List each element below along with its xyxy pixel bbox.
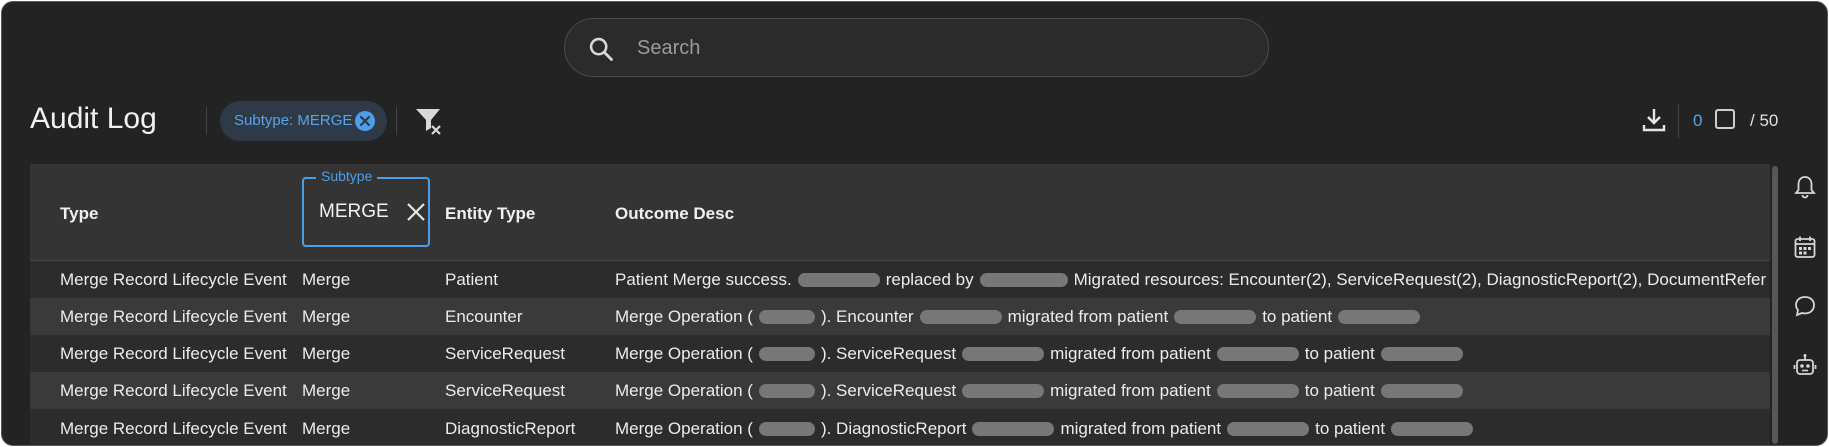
cell-entity-type: Encounter xyxy=(445,307,523,326)
cell-outcome-desc: Merge Operation ( ). Encounter migrated … xyxy=(615,307,1421,327)
desc-text: Merge Operation ( xyxy=(615,307,753,326)
desc-text: ). ServiceRequest xyxy=(820,381,957,400)
robot-icon[interactable] xyxy=(1792,353,1818,379)
cell-outcome-desc: Merge Operation ( ). ServiceRequest migr… xyxy=(615,344,1463,364)
cell-type: Merge Record Lifecycle Event xyxy=(60,381,287,400)
column-header-entity-type[interactable]: Entity Type xyxy=(445,204,535,224)
redacted-value xyxy=(962,347,1045,361)
desc-text: to patient xyxy=(1315,419,1386,438)
redacted-value xyxy=(1391,422,1474,436)
cell-type: Merge Record Lifecycle Event xyxy=(60,307,287,326)
table-row[interactable]: Merge Record Lifecycle Event Merge Patie… xyxy=(30,261,1770,298)
table-row[interactable]: Merge Record Lifecycle Event Merge Diagn… xyxy=(30,410,1770,445)
selected-count: 0 xyxy=(1693,111,1703,130)
search-placeholder[interactable]: Search xyxy=(637,37,700,60)
redacted-value xyxy=(1227,422,1310,436)
bell-icon[interactable] xyxy=(1792,174,1818,200)
subtype-filter-input[interactable]: MERGE xyxy=(319,201,389,223)
redacted-value xyxy=(1174,310,1257,324)
redacted-value xyxy=(919,310,1002,324)
cell-type: Merge Record Lifecycle Event xyxy=(60,419,287,438)
table-row[interactable]: Merge Record Lifecycle Event Merge Encou… xyxy=(30,298,1770,335)
download-icon[interactable] xyxy=(1640,106,1668,134)
chat-icon[interactable] xyxy=(1792,293,1818,319)
divider xyxy=(1678,104,1679,138)
redacted-value xyxy=(1338,310,1421,324)
desc-text: ). ServiceRequest xyxy=(820,344,957,363)
clear-input-icon[interactable] xyxy=(405,201,427,223)
cell-subtype: Merge xyxy=(302,419,351,438)
redacted-value xyxy=(962,384,1045,398)
redacted-value xyxy=(758,422,815,436)
desc-text: Migrated resources: Encounter(2), Servic… xyxy=(1073,270,1767,289)
desc-text: migrated from patient xyxy=(1050,344,1211,363)
redacted-value xyxy=(758,347,815,361)
table-header: Type Subtype MERGE Entity Type Outcome D… xyxy=(30,164,1770,261)
filter-chip-subtype[interactable]: Subtype: MERGE xyxy=(220,101,387,141)
cell-entity-type: ServiceRequest xyxy=(445,381,566,400)
table-row[interactable]: Merge Record Lifecycle Event Merge Servi… xyxy=(30,335,1770,372)
redacted-value xyxy=(1380,347,1463,361)
redacted-value xyxy=(979,273,1068,287)
audit-table: Type Subtype MERGE Entity Type Outcome D… xyxy=(30,164,1770,445)
calendar-icon[interactable] xyxy=(1792,234,1818,260)
redacted-value xyxy=(758,384,815,398)
desc-text: Merge Operation ( xyxy=(615,344,753,363)
desc-text: Merge Operation ( xyxy=(615,419,753,438)
redacted-value xyxy=(1380,384,1463,398)
redacted-value xyxy=(1216,347,1299,361)
cell-entity-type: ServiceRequest xyxy=(445,344,566,363)
subtype-filter-field[interactable]: Subtype MERGE xyxy=(302,168,430,247)
cell-subtype: Merge xyxy=(302,307,351,326)
cell-subtype: Merge xyxy=(302,270,351,289)
redacted-value xyxy=(1216,384,1299,398)
page-title: Audit Log xyxy=(30,102,157,135)
cell-outcome-desc: Merge Operation ( ). ServiceRequest migr… xyxy=(615,381,1463,401)
desc-text: Patient Merge success. xyxy=(615,270,792,289)
table-scrollbar[interactable] xyxy=(1772,166,1778,444)
search-bar[interactable]: Search xyxy=(564,18,1269,77)
divider xyxy=(396,107,397,135)
chip-remove-icon[interactable] xyxy=(354,110,376,132)
desc-text: ). Encounter xyxy=(820,307,914,326)
cell-subtype: Merge xyxy=(302,344,351,363)
desc-text: Merge Operation ( xyxy=(615,381,753,400)
desc-text: to patient xyxy=(1262,307,1333,326)
desc-text: replaced by xyxy=(885,270,974,289)
app-window: Search Audit Log Subtype: MERGE 0 / 50 T… xyxy=(1,1,1828,446)
search-icon xyxy=(589,37,613,61)
subtype-filter-label: Subtype xyxy=(316,168,378,184)
cell-type: Merge Record Lifecycle Event xyxy=(60,344,287,363)
desc-text: migrated from patient xyxy=(1050,381,1211,400)
cell-entity-type: DiagnosticReport xyxy=(445,419,576,438)
desc-text: to patient xyxy=(1304,381,1375,400)
table-row[interactable]: Merge Record Lifecycle Event Merge Servi… xyxy=(30,372,1770,409)
cell-subtype: Merge xyxy=(302,381,351,400)
cell-entity-type: Patient xyxy=(445,270,498,289)
cell-outcome-desc: Patient Merge success. replaced by Migra… xyxy=(615,270,1766,290)
redacted-value xyxy=(972,422,1055,436)
column-header-outcome-desc[interactable]: Outcome Desc xyxy=(615,204,734,224)
desc-text: migrated from patient xyxy=(1007,307,1169,326)
redacted-value xyxy=(758,310,815,324)
column-header-type[interactable]: Type xyxy=(60,204,98,224)
cell-outcome-desc: Merge Operation ( ). DiagnosticReport mi… xyxy=(615,419,1474,439)
desc-text: migrated from patient xyxy=(1060,419,1222,438)
filter-chip-label: Subtype: MERGE xyxy=(234,112,353,129)
desc-text: ). DiagnosticReport xyxy=(820,419,967,438)
redacted-value xyxy=(797,273,880,287)
select-all-checkbox[interactable] xyxy=(1715,109,1735,129)
clear-filter-icon[interactable] xyxy=(414,106,444,136)
divider xyxy=(206,107,207,135)
total-count: / 50 xyxy=(1750,111,1779,130)
desc-text: to patient xyxy=(1304,344,1375,363)
cell-type: Merge Record Lifecycle Event xyxy=(60,270,287,289)
